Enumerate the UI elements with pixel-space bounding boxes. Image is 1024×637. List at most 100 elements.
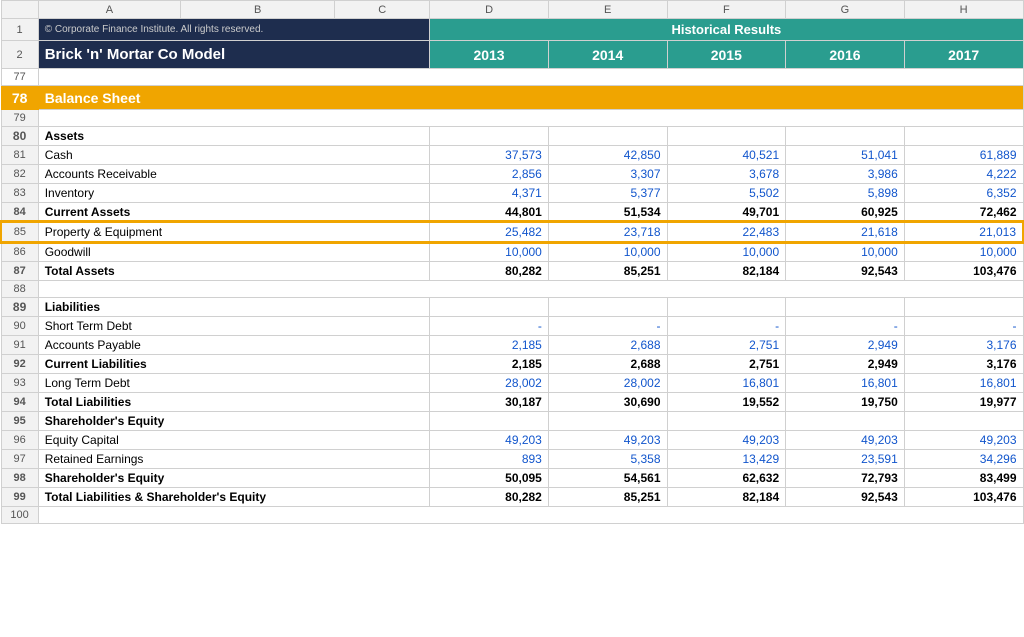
row-num-81: 81 bbox=[1, 146, 38, 165]
row-num-98: 98 bbox=[1, 469, 38, 488]
col-header-h: H bbox=[904, 1, 1023, 19]
goodwill-2015: 10,000 bbox=[667, 242, 786, 262]
row-num-79: 79 bbox=[1, 110, 38, 127]
row-num-95: 95 bbox=[1, 412, 38, 431]
goodwill-2013: 10,000 bbox=[430, 242, 549, 262]
row-1: 1 © Corporate Finance Institute. All rig… bbox=[1, 19, 1023, 41]
std-2016: - bbox=[786, 317, 905, 336]
ltd-label: Long Term Debt bbox=[38, 374, 430, 393]
cash-label: Cash bbox=[38, 146, 430, 165]
row-87: 87 Total Assets 80,282 85,251 82,184 92,… bbox=[1, 262, 1023, 281]
row-91: 91 Accounts Payable 2,185 2,688 2,751 2,… bbox=[1, 336, 1023, 355]
std-2013: - bbox=[430, 317, 549, 336]
se-section-label: Shareholder's Equity bbox=[38, 412, 430, 431]
ltd-2013: 28,002 bbox=[430, 374, 549, 393]
row-79: 79 bbox=[1, 110, 1023, 127]
re-2016: 23,591 bbox=[786, 450, 905, 469]
ca-2016: 60,925 bbox=[786, 203, 905, 223]
row-num-78: 78 bbox=[1, 86, 38, 110]
row-78: 78 Balance Sheet bbox=[1, 86, 1023, 110]
ec-2015: 49,203 bbox=[667, 431, 786, 450]
row-90: 90 Short Term Debt - - - - - bbox=[1, 317, 1023, 336]
ta-2013: 80,282 bbox=[430, 262, 549, 281]
liabilities-label: Liabilities bbox=[38, 298, 430, 317]
year-2017: 2017 bbox=[904, 41, 1023, 69]
goodwill-2014: 10,000 bbox=[548, 242, 667, 262]
row-100: 100 bbox=[1, 507, 1023, 524]
copyright-cell: © Corporate Finance Institute. All right… bbox=[38, 19, 430, 41]
ar-2017: 4,222 bbox=[904, 165, 1023, 184]
row-88: 88 bbox=[1, 281, 1023, 298]
inventory-2014: 5,377 bbox=[548, 184, 667, 203]
row-num-94: 94 bbox=[1, 393, 38, 412]
goodwill-2017: 10,000 bbox=[904, 242, 1023, 262]
row-num-77: 77 bbox=[1, 69, 38, 86]
historical-results-header: Historical Results bbox=[430, 19, 1023, 41]
ap-2014: 2,688 bbox=[548, 336, 667, 355]
row-num-85: 85 bbox=[1, 222, 38, 242]
cash-2014: 42,850 bbox=[548, 146, 667, 165]
ec-2013: 49,203 bbox=[430, 431, 549, 450]
inventory-2017: 6,352 bbox=[904, 184, 1023, 203]
ca-2017: 72,462 bbox=[904, 203, 1023, 223]
ltd-2016: 16,801 bbox=[786, 374, 905, 393]
se-2014: 54,561 bbox=[548, 469, 667, 488]
ap-2015: 2,751 bbox=[667, 336, 786, 355]
ec-2017: 49,203 bbox=[904, 431, 1023, 450]
current-assets-label: Current Assets bbox=[38, 203, 430, 223]
row-98: 98 Shareholder's Equity 50,095 54,561 62… bbox=[1, 469, 1023, 488]
std-2017: - bbox=[904, 317, 1023, 336]
row-80: 80 Assets bbox=[1, 127, 1023, 146]
inventory-2015: 5,502 bbox=[667, 184, 786, 203]
row-77: 77 bbox=[1, 69, 1023, 86]
ta-2014: 85,251 bbox=[548, 262, 667, 281]
ap-2013: 2,185 bbox=[430, 336, 549, 355]
row-num-86: 86 bbox=[1, 242, 38, 262]
assets-label: Assets bbox=[38, 127, 430, 146]
row-num-91: 91 bbox=[1, 336, 38, 355]
ar-label: Accounts Receivable bbox=[38, 165, 430, 184]
goodwill-2016: 10,000 bbox=[786, 242, 905, 262]
se-2015: 62,632 bbox=[667, 469, 786, 488]
tlse-2016: 92,543 bbox=[786, 488, 905, 507]
tl-2015: 19,552 bbox=[667, 393, 786, 412]
col-header-row: A B C D E F G H bbox=[1, 1, 1023, 19]
col-header-f: F bbox=[667, 1, 786, 19]
re-label: Retained Earnings bbox=[38, 450, 430, 469]
tlse-2017: 103,476 bbox=[904, 488, 1023, 507]
cl-label: Current Liabilities bbox=[38, 355, 430, 374]
row-num-2: 2 bbox=[1, 41, 38, 69]
ap-label: Accounts Payable bbox=[38, 336, 430, 355]
pe-2017: 21,013 bbox=[904, 222, 1023, 242]
ap-2017: 3,176 bbox=[904, 336, 1023, 355]
se-total-label: Shareholder's Equity bbox=[38, 469, 430, 488]
row-num-97: 97 bbox=[1, 450, 38, 469]
row-83: 83 Inventory 4,371 5,377 5,502 5,898 6,3… bbox=[1, 184, 1023, 203]
std-label: Short Term Debt bbox=[38, 317, 430, 336]
year-2013: 2013 bbox=[430, 41, 549, 69]
model-name: Brick 'n' Mortar Co Model bbox=[38, 41, 430, 69]
ar-2015: 3,678 bbox=[667, 165, 786, 184]
tlse-2015: 82,184 bbox=[667, 488, 786, 507]
ap-2016: 2,949 bbox=[786, 336, 905, 355]
col-header-e: E bbox=[548, 1, 667, 19]
row-92: 92 Current Liabilities 2,185 2,688 2,751… bbox=[1, 355, 1023, 374]
corner-cell bbox=[1, 1, 38, 19]
ta-2016: 92,543 bbox=[786, 262, 905, 281]
spreadsheet: A B C D E F G H 1 © Corporate Finance In… bbox=[0, 0, 1024, 524]
ta-2017: 103,476 bbox=[904, 262, 1023, 281]
row-97: 97 Retained Earnings 893 5,358 13,429 23… bbox=[1, 450, 1023, 469]
pe-2016: 21,618 bbox=[786, 222, 905, 242]
year-2014: 2014 bbox=[548, 41, 667, 69]
cl-2017: 3,176 bbox=[904, 355, 1023, 374]
re-2017: 34,296 bbox=[904, 450, 1023, 469]
row-89: 89 Liabilities bbox=[1, 298, 1023, 317]
se-2016: 72,793 bbox=[786, 469, 905, 488]
cash-2017: 61,889 bbox=[904, 146, 1023, 165]
re-2013: 893 bbox=[430, 450, 549, 469]
ca-2013: 44,801 bbox=[430, 203, 549, 223]
row-num-80: 80 bbox=[1, 127, 38, 146]
tl-2014: 30,690 bbox=[548, 393, 667, 412]
se-2017: 83,499 bbox=[904, 469, 1023, 488]
row-num-83: 83 bbox=[1, 184, 38, 203]
